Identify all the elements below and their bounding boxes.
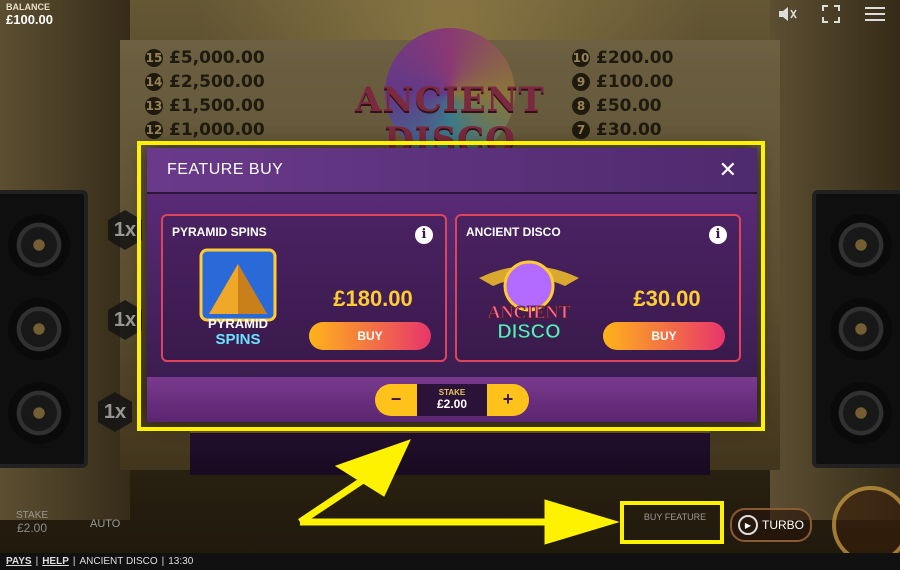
footer-bar: PAYS | HELP | ANCIENT DISCO | 13:30	[0, 553, 900, 570]
footer-separator: |	[72, 556, 76, 567]
footer-separator: |	[35, 556, 39, 567]
arrow-head-right	[544, 499, 620, 545]
help-link[interactable]: HELP	[42, 556, 69, 567]
annotation-arrows	[298, 439, 620, 545]
footer-clock: 13:30	[168, 556, 194, 567]
pays-link[interactable]: PAYS	[6, 556, 32, 567]
footer-game-name: ANCIENT DISCO	[79, 556, 158, 567]
footer-separator: |	[161, 556, 165, 567]
